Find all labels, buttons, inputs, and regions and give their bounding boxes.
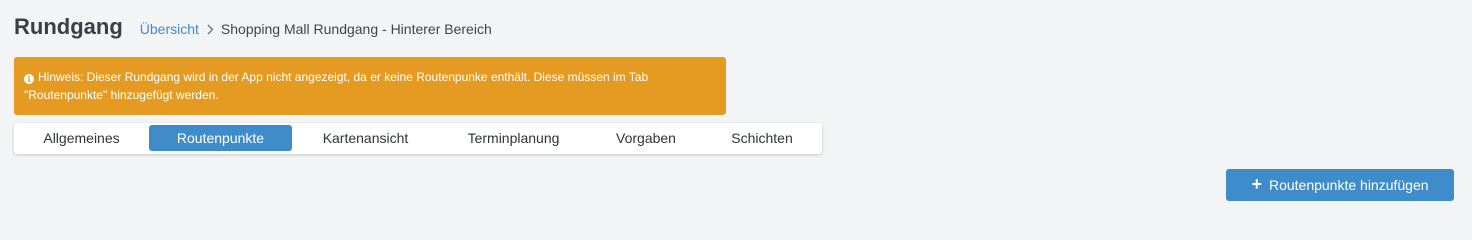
warning-alert: i Hinweis: Dieser Rundgang wird in der Ap… [14,57,726,115]
tab-allgemeines[interactable]: Allgemeines [16,125,147,151]
page-title: Rundgang [14,14,123,39]
tab-terminplanung[interactable]: Terminplanung [439,125,588,151]
info-icon: i [24,74,34,84]
add-button-label: Routenpunkte hinzufügen [1268,177,1429,193]
tab-kartenansicht[interactable]: Kartenansicht [294,125,437,151]
chevron-right-icon [207,24,214,36]
page-header: Rundgang Übersicht Shopping Mall Rundgan… [14,14,492,40]
breadcrumb: Übersicht Shopping Mall Rundgang - Hinte… [140,21,492,37]
alert-text: Hinweis: Dieser Rundgang wird in der App… [24,70,649,102]
tab-routenpunkte[interactable]: Routenpunkte [149,125,292,151]
tab-schichten[interactable]: Schichten [704,125,820,151]
breadcrumb-overview-link[interactable]: Übersicht [140,21,199,37]
add-route-points-button[interactable]: + Routenpunkte hinzufügen [1226,169,1454,201]
tab-vorgaben[interactable]: Vorgaben [590,125,702,151]
tab-bar: Allgemeines Routenpunkte Kartenansicht T… [14,123,822,154]
plus-icon: + [1251,174,1262,194]
breadcrumb-current: Shopping Mall Rundgang - Hinterer Bereic… [220,21,492,37]
